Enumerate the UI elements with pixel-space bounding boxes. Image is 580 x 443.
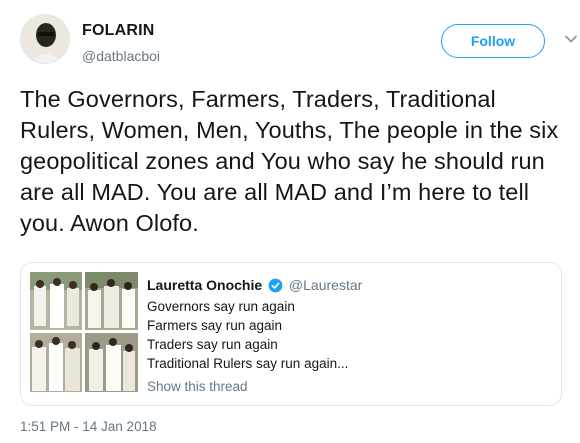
verified-badge-icon (268, 278, 283, 293)
tweet-timestamp[interactable]: 1:51 PM - 14 Jan 2018 (20, 419, 157, 434)
quoted-line: Traders say run again (147, 337, 278, 352)
quoted-author-handle: @Laurestar (288, 277, 363, 293)
tweet-text: The Governors, Farmers, Traders, Traditi… (20, 86, 559, 236)
quoted-photo-3 (30, 333, 82, 392)
follow-button[interactable]: Follow (441, 24, 545, 58)
author-handle[interactable]: @datblacboi (82, 48, 160, 64)
quoted-line: Governors say run again (147, 299, 295, 314)
quoted-photo-1 (30, 272, 82, 330)
quoted-tweet[interactable]: Lauretta Onochie @Laurestar Governors sa… (20, 262, 562, 406)
quoted-line: Traditional Rulers say run again... (147, 356, 349, 371)
show-thread-link[interactable]: Show this thread (147, 379, 547, 394)
chevron-down-icon[interactable] (564, 32, 578, 46)
quoted-tweet-text: Governors say run again Farmers say run … (147, 297, 547, 373)
quoted-author-name: Lauretta Onochie (147, 277, 263, 293)
quoted-line: Farmers say run again (147, 318, 283, 333)
quoted-media-grid[interactable] (30, 272, 138, 392)
quoted-photo-4 (85, 333, 138, 392)
author-avatar[interactable] (20, 14, 70, 64)
quoted-tweet-header: Lauretta Onochie @Laurestar (147, 276, 547, 294)
author-name[interactable]: FOLARIN (82, 22, 155, 40)
quoted-photo-2 (85, 272, 138, 330)
tweet-header: FOLARIN @datblacboi Follow (20, 14, 577, 74)
quoted-tweet-body: Lauretta Onochie @Laurestar Governors sa… (147, 276, 547, 394)
